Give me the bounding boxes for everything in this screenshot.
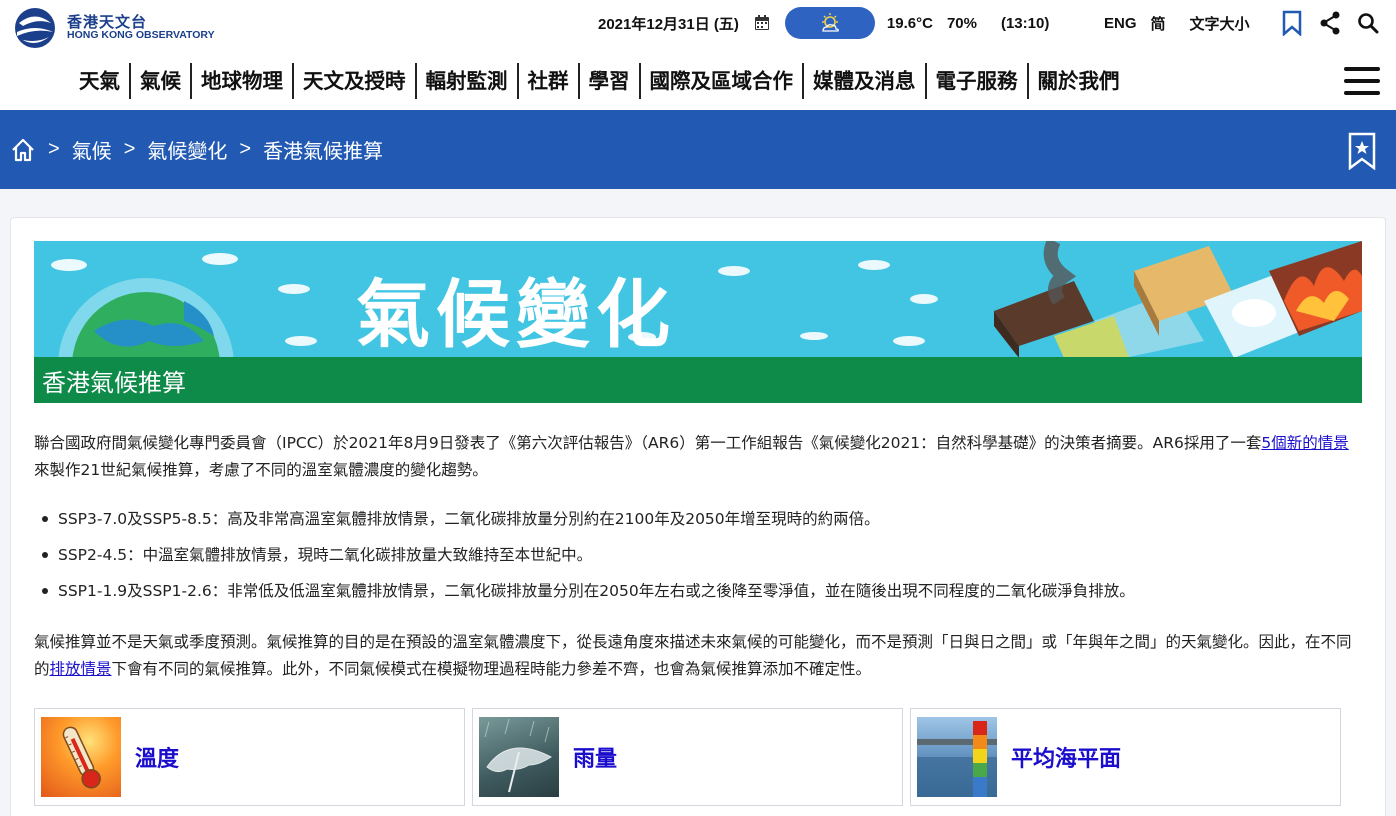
share-button[interactable] (1318, 10, 1342, 36)
font-size-button[interactable]: 文字大小 (1190, 13, 1250, 34)
nav-international[interactable]: 國際及區域合作 (641, 63, 803, 99)
hko-logo[interactable]: 香港天文台 HONG KONG OBSERVATORY (9, 6, 215, 50)
climate-change-banner: 氣候變化 香港氣候推算 (34, 241, 1362, 403)
mean-sea-level-tile[interactable]: 平均海平面 (910, 708, 1341, 806)
temperature-tile-label: 溫度 (135, 747, 180, 772)
banner-title: 氣候變化 (356, 272, 676, 358)
logo-chinese-name: 香港天文台 (67, 12, 148, 31)
breadcrumb-climate[interactable]: 氣候 (72, 135, 112, 164)
calendar-icon[interactable] (753, 14, 771, 32)
nav-learning[interactable]: 學習 (580, 63, 639, 99)
temperature-tile[interactable]: 溫度 (34, 708, 465, 806)
sun-cloud-icon (821, 13, 839, 32)
search-button[interactable] (1356, 10, 1380, 36)
emission-scenarios-link[interactable]: 排放情景 (50, 660, 112, 678)
bookmark-icon (1282, 10, 1301, 36)
projection-explanation-paragraph: 氣候推算並不是天氣或季度預測。氣候推算的目的是在預設的溫室氣體濃度下，從長遠角度… (34, 629, 1352, 683)
lang-english-link[interactable]: ENG (1104, 15, 1137, 32)
weather-icon-pill[interactable] (784, 7, 875, 39)
banner-illustration (51, 241, 1362, 358)
nav-media[interactable]: 媒體及消息 (804, 63, 925, 99)
share-icon (1320, 11, 1340, 35)
rainfall-tile[interactable]: 雨量 (472, 708, 903, 806)
umbrella-photo-icon (479, 717, 559, 797)
lang-simplified-link[interactable]: 简 (1151, 13, 1166, 34)
search-icon (1357, 13, 1379, 34)
list-item: SSP3-7.0及SSP5-8.5：高及非常高溫室氣體排放情景，二氧化碳排放量分… (34, 505, 1352, 541)
rainfall-tile-label: 雨量 (573, 747, 618, 772)
intro-paragraph: 聯合國政府間氣候變化專門委員會（IPCC）於2021年8月9日發表了《第六次評估… (34, 430, 1352, 484)
mean-sea-level-tile-label: 平均海平面 (1011, 747, 1122, 772)
nav-weather[interactable]: 天氣 (70, 63, 129, 99)
language-tools: ENG 简 文字大小 (1104, 8, 1380, 38)
breadcrumb: > 氣候 > 氣候變化 > 香港氣候推算 (10, 135, 383, 164)
nav-geophysics[interactable]: 地球物理 (192, 63, 292, 99)
sea-level-photo-icon (917, 717, 997, 797)
temperature-reading: 19.6°C (886, 14, 933, 32)
hko-logo-icon (15, 8, 55, 48)
bookmark-button[interactable] (1280, 10, 1304, 36)
nav-radiation[interactable]: 輻射監測 (417, 63, 517, 99)
para2-text-end: 下會有不同的氣候推算。此外，不同氣候模式在模擬物理過程時能力參差不齊，也會為氣候… (111, 660, 872, 678)
nav-about[interactable]: 關於我們 (1029, 63, 1129, 99)
home-icon[interactable] (10, 137, 36, 163)
breadcrumb-climate-change[interactable]: 氣候變化 (147, 135, 227, 164)
current-weather: 2021年12月31日 (五) 19.6°C 70% (13:10) (598, 7, 1050, 39)
breadcrumb-current-page: 香港氣候推算 (263, 139, 384, 163)
projection-tiles: 溫度 雨量 平均海平面 (34, 708, 1341, 806)
logo-english-name: HONG KONG OBSERVATORY (67, 29, 215, 42)
nav-climate[interactable]: 氣候 (131, 63, 190, 99)
new-scenarios-link[interactable]: 5個新的情景 (1261, 434, 1348, 452)
thermometer-photo-icon (41, 717, 121, 797)
update-time: (13:10) (1000, 14, 1050, 32)
top-bar: 香港天文台 HONG KONG OBSERVATORY 2021年12月31日 … (0, 0, 1396, 110)
scenario-list: SSP3-7.0及SSP5-8.5：高及非常高溫室氣體排放情景，二氧化碳排放量分… (34, 505, 1352, 613)
main-nav: 天氣 氣候 地球物理 天文及授時 輻射監測 社群 學習 國際及區域合作 媒體及消… (70, 62, 1129, 100)
breadcrumb-separator: > (123, 138, 136, 160)
menu-icon[interactable] (1344, 67, 1380, 95)
banner-subtitle-bar: 香港氣候推算 (34, 357, 1362, 403)
breadcrumb-separator: > (48, 138, 60, 160)
breadcrumb-separator: > (239, 138, 252, 160)
humidity-reading: 70% (946, 14, 977, 32)
current-date: 2021年12月31日 (五) (598, 15, 739, 33)
page-title: 香港氣候推算 (42, 369, 186, 397)
list-item: SSP2-4.5：中溫室氣體排放情景，現時二氧化碳排放量大致維持至本世紀中。 (34, 541, 1352, 577)
breadcrumb-bar: > 氣候 > 氣候變化 > 香港氣候推算 (0, 110, 1396, 189)
intro-text-end: 來製作21世紀氣候推算，考慮了不同的溫室氣體濃度的變化趨勢。 (34, 461, 488, 479)
nav-eservices[interactable]: 電子服務 (927, 63, 1027, 99)
content-card: 氣候變化 香港氣候推算 聯合國政府間氣候變化專門委員會（IPCC）於2021年8… (10, 217, 1386, 816)
nav-community[interactable]: 社群 (519, 63, 578, 99)
list-item: SSP1-1.9及SSP1-2.6：非常低及低溫室氣體排放情景，二氧化碳排放量分… (34, 577, 1352, 613)
intro-text: 聯合國政府間氣候變化專門委員會（IPCC）於2021年8月9日發表了《第六次評估… (34, 434, 1262, 452)
nav-astronomy[interactable]: 天文及授時 (294, 63, 415, 99)
favourite-bookmark-icon[interactable] (1348, 132, 1376, 170)
